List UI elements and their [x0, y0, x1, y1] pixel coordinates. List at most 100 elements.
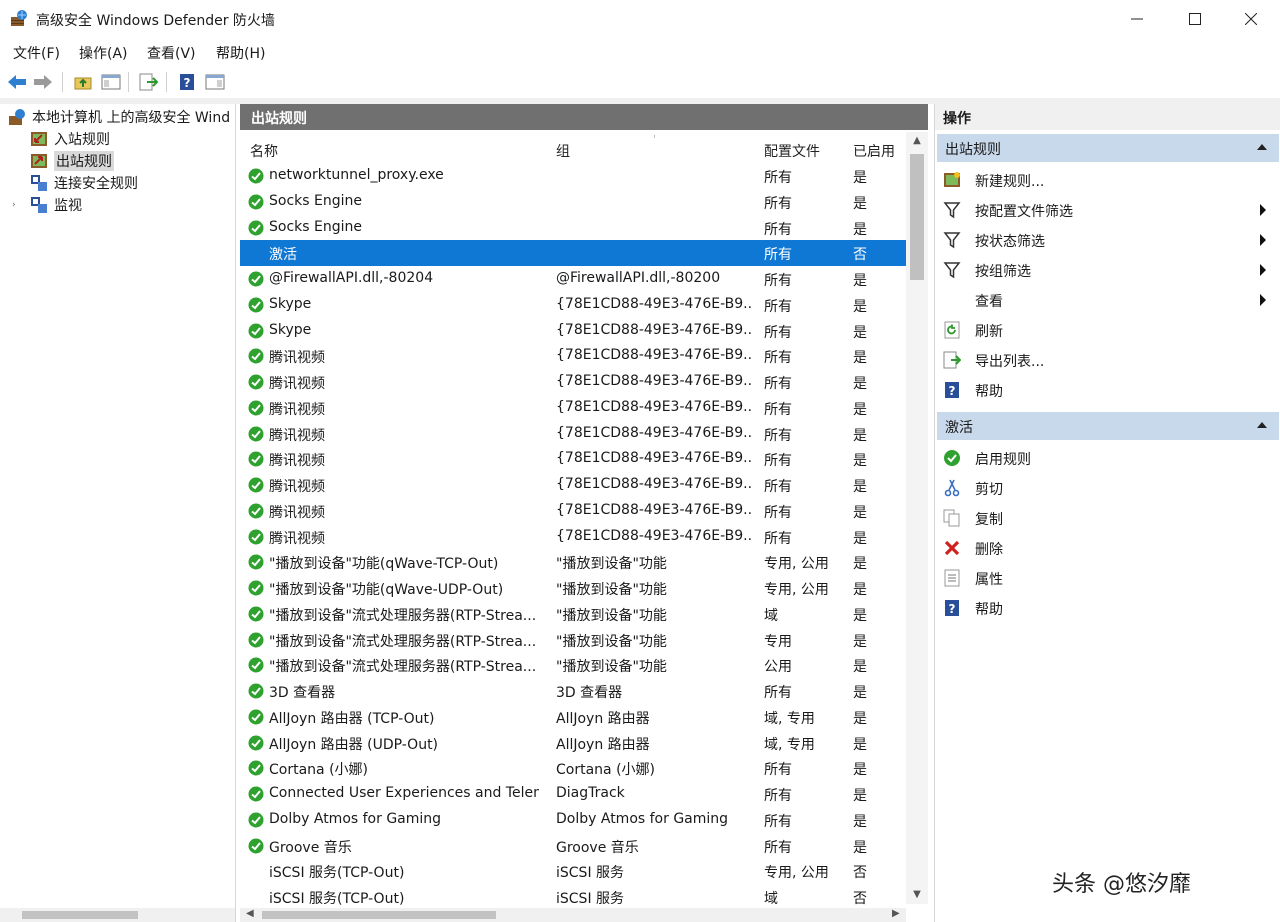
maximize-button[interactable]: [1166, 0, 1224, 38]
table-row[interactable]: "播放到设备"流式处理服务器(RTP-Strea... "播放到设备"功能 专用 是: [240, 627, 906, 653]
action-item[interactable]: 按配置文件筛选: [935, 195, 1279, 225]
forward-button[interactable]: [32, 71, 54, 93]
table-row[interactable]: iSCSI 服务(TCP-Out) iSCSI 服务 域 否: [240, 884, 906, 910]
table-row[interactable]: 3D 查看器 3D 查看器 所有 是: [240, 678, 906, 704]
action-item[interactable]: 按组筛选: [935, 255, 1279, 285]
cell-enabled: 是: [853, 685, 867, 701]
table-row[interactable]: Connected User Experiences and Telem... D…: [240, 781, 906, 807]
expand-chevron-icon[interactable]: ›: [12, 200, 26, 210]
cell-profile: 域: [764, 607, 778, 624]
tree-item-outbound-rules[interactable]: 出站规则: [30, 150, 114, 172]
action-item[interactable]: 删除: [935, 533, 1279, 563]
action-pane-button[interactable]: [204, 71, 226, 93]
cell-enabled: 是: [853, 556, 867, 573]
table-row[interactable]: iSCSI 服务(TCP-Out) iSCSI 服务 专用, 公用 否: [240, 858, 906, 884]
tree-item-monitoring[interactable]: › 监视: [12, 194, 82, 216]
action-item[interactable]: 按状态筛选: [935, 225, 1279, 255]
table-row[interactable]: Dolby Atmos for Gaming Dolby Atmos for Ga…: [240, 807, 906, 833]
action-item[interactable]: 属性: [935, 563, 1279, 593]
scroll-right-icon[interactable]: ▶: [892, 908, 900, 919]
action-item[interactable]: 刷新: [935, 315, 1279, 345]
rules-horizontal-scrollbar[interactable]: ◀ ▶: [240, 908, 906, 922]
table-row[interactable]: Skype {78E1CD88-49E3-476E-B9... 所有 是: [240, 292, 906, 318]
back-button[interactable]: [6, 71, 28, 93]
maximize-icon: [1189, 13, 1201, 25]
table-row[interactable]: "播放到设备"流式处理服务器(RTP-Strea... "播放到设备"功能 域 是: [240, 601, 906, 627]
table-row[interactable]: Cortana (小娜) Cortana (小娜) 所有 是: [240, 755, 906, 781]
table-row[interactable]: 腾讯视频 {78E1CD88-49E3-476E-B9... 所有 是: [240, 343, 906, 369]
help-button[interactable]: ?: [176, 71, 198, 93]
table-row[interactable]: 腾讯视频 {78E1CD88-49E3-476E-B9... 所有 是: [240, 498, 906, 524]
close-button[interactable]: [1222, 0, 1280, 38]
menu-help[interactable]: 帮助(H): [216, 43, 265, 63]
cell-profile: 域, 专用: [764, 710, 815, 727]
action-item[interactable]: 导出列表...: [935, 345, 1279, 375]
column-header-name[interactable]: 名称: [250, 141, 278, 161]
column-header-enabled[interactable]: 已启用: [853, 141, 895, 161]
cell-group: {78E1CD88-49E3-476E-B9...: [556, 373, 752, 389]
cell-name: 激活: [269, 247, 297, 264]
cell-group: Cortana (小娜): [556, 762, 655, 779]
show-hide-tree-button[interactable]: [100, 71, 122, 93]
tree-horizontal-scrollbar[interactable]: [0, 908, 235, 922]
table-row[interactable]: Socks Engine 所有 是: [240, 189, 906, 215]
tree-root[interactable]: 本地计算机 上的高级安全 Wind: [8, 106, 230, 128]
table-row[interactable]: Socks Engine 所有 是: [240, 215, 906, 241]
actions-section-header[interactable]: 出站规则: [937, 134, 1279, 162]
collapse-chevron-icon[interactable]: [1255, 140, 1269, 154]
table-row[interactable]: 腾讯视频 {78E1CD88-49E3-476E-B9... 所有 是: [240, 421, 906, 447]
action-item[interactable]: ? 帮助: [935, 375, 1279, 405]
menu-action[interactable]: 操作(A): [79, 43, 128, 63]
menu-file[interactable]: 文件(F): [13, 43, 60, 63]
enabled-check-icon: [248, 374, 264, 390]
table-row[interactable]: AllJoyn 路由器 (UDP-Out) AllJoyn 路由器 域, 专用 是: [240, 730, 906, 756]
toolbar-separator: [166, 72, 167, 92]
scroll-down-icon[interactable]: ▼: [906, 886, 928, 904]
scroll-left-icon[interactable]: ◀: [246, 908, 254, 919]
scrollbar-thumb[interactable]: [262, 911, 496, 919]
rules-vertical-scrollbar[interactable]: ▲ ▼: [906, 132, 928, 904]
action-item[interactable]: 剪切: [935, 473, 1279, 503]
menu-view[interactable]: 查看(V): [147, 43, 196, 63]
table-row[interactable]: @FirewallAPI.dll,-80204 @FirewallAPI.dll,…: [240, 266, 906, 292]
tree-item-connection-security-rules[interactable]: 连接安全规则: [30, 172, 138, 194]
table-row[interactable]: networktunnel_proxy.exe 所有 是: [240, 163, 906, 189]
scroll-up-icon[interactable]: ▲: [906, 132, 928, 150]
export-icon: [139, 73, 159, 91]
scrollbar-thumb[interactable]: [910, 154, 924, 280]
tree-item-inbound-rules[interactable]: 入站规则: [30, 128, 110, 150]
table-row[interactable]: Skype {78E1CD88-49E3-476E-B9... 所有 是: [240, 318, 906, 344]
table-row[interactable]: Groove 音乐 Groove 音乐 所有 是: [240, 833, 906, 859]
cell-enabled: 是: [853, 324, 867, 341]
table-row[interactable]: 腾讯视频 {78E1CD88-49E3-476E-B9... 所有 是: [240, 524, 906, 550]
up-folder-button[interactable]: [72, 71, 94, 93]
action-item[interactable]: 启用规则: [935, 443, 1279, 473]
svg-text:?: ?: [949, 602, 956, 616]
cell-group: "播放到设备"功能: [556, 633, 667, 650]
table-row[interactable]: 腾讯视频 {78E1CD88-49E3-476E-B9... 所有 是: [240, 395, 906, 421]
action-item[interactable]: 新建规则...: [935, 165, 1279, 195]
action-item[interactable]: 复制: [935, 503, 1279, 533]
cell-name: 腾讯视频: [269, 376, 325, 392]
export-button[interactable]: [138, 71, 160, 93]
table-row[interactable]: AllJoyn 路由器 (TCP-Out) AllJoyn 路由器 域, 专用 是: [240, 704, 906, 730]
table-row[interactable]: 腾讯视频 {78E1CD88-49E3-476E-B9... 所有 是: [240, 369, 906, 395]
table-row[interactable]: 激活 所有 否: [240, 240, 906, 266]
cell-group: {78E1CD88-49E3-476E-B9...: [556, 476, 752, 492]
table-row[interactable]: 腾讯视频 {78E1CD88-49E3-476E-B9... 所有 是: [240, 472, 906, 498]
column-header-profile[interactable]: 配置文件: [764, 141, 820, 161]
collapse-chevron-icon[interactable]: [1255, 418, 1269, 432]
table-row[interactable]: "播放到设备"功能(qWave-TCP-Out) "播放到设备"功能 专用, 公用 是: [240, 549, 906, 575]
table-row[interactable]: "播放到设备"功能(qWave-UDP-Out) "播放到设备"功能 专用, 公用 是: [240, 575, 906, 601]
table-row[interactable]: 腾讯视频 {78E1CD88-49E3-476E-B9... 所有 是: [240, 446, 906, 472]
column-divider[interactable]: [654, 135, 655, 138]
actions-section-header[interactable]: 激活: [937, 412, 1279, 440]
table-row[interactable]: "播放到设备"流式处理服务器(RTP-Strea... "播放到设备"功能 公用 是: [240, 652, 906, 678]
scrollbar-thumb[interactable]: [22, 911, 138, 919]
action-item[interactable]: 查看: [935, 285, 1279, 315]
cell-name: Socks Engine: [269, 218, 362, 235]
action-item[interactable]: ? 帮助: [935, 593, 1279, 623]
column-header-group[interactable]: 组: [556, 141, 570, 161]
minimize-button[interactable]: [1108, 0, 1166, 38]
cell-profile: 公用: [764, 659, 792, 676]
